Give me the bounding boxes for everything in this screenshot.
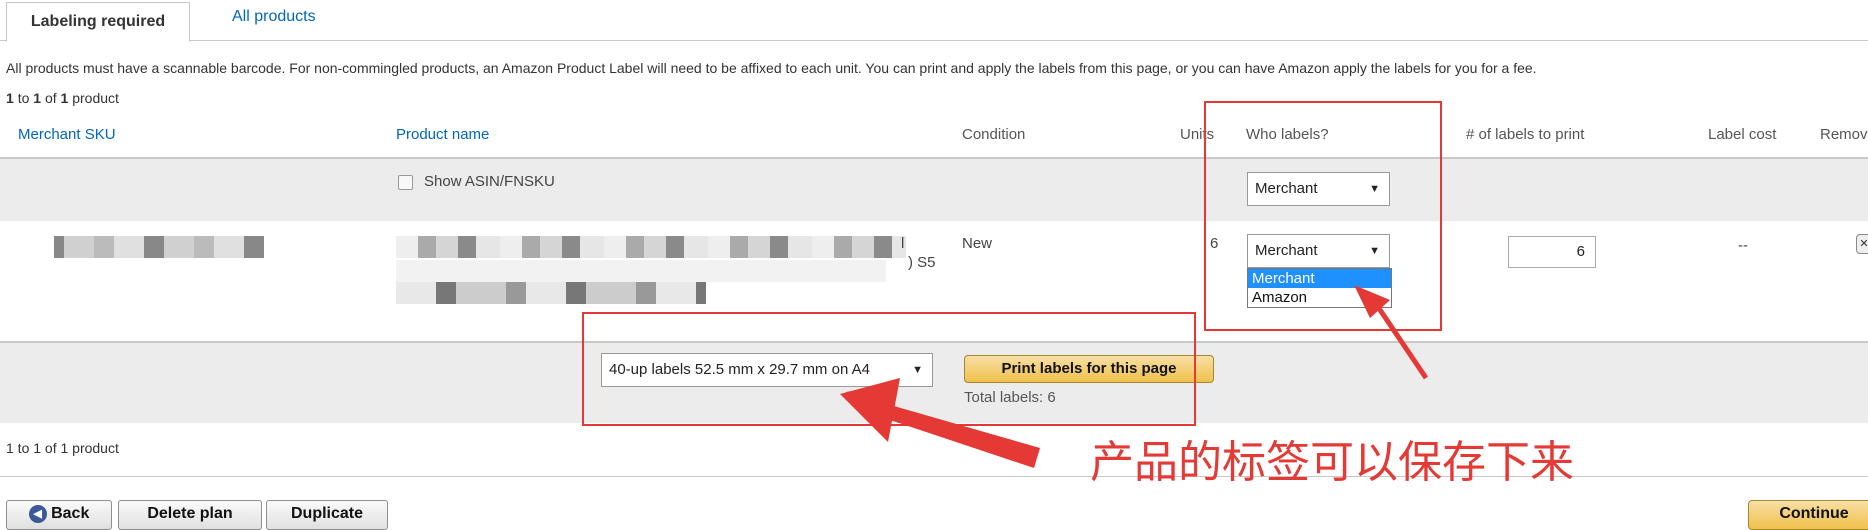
annotation-text: 产品的标签可以保存下来: [1090, 437, 1574, 488]
arrow-head-2: [840, 378, 900, 442]
arrow-line-1: [1369, 296, 1429, 380]
annotation-arrows: [840, 285, 1429, 468]
